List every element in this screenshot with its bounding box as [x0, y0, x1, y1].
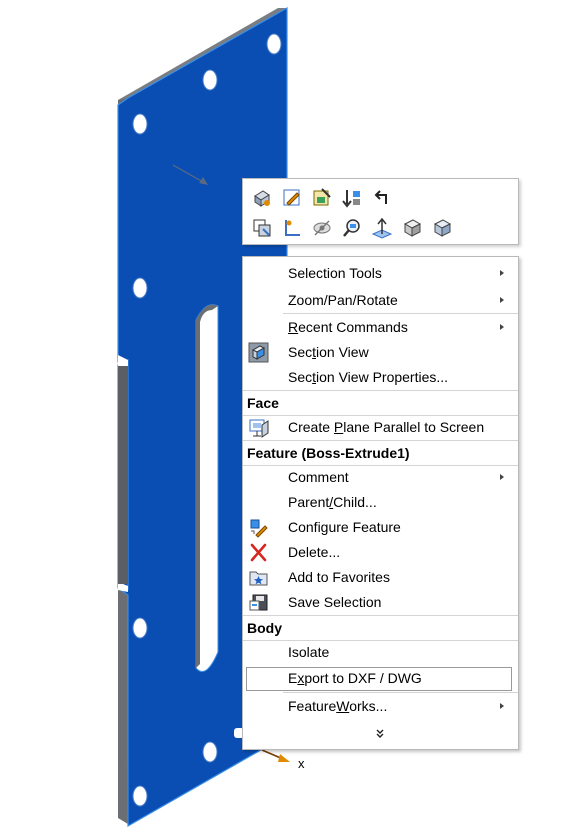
menu-item-label: Comment — [288, 469, 349, 485]
section-view-icon — [248, 342, 269, 363]
reorder-icon[interactable] — [341, 187, 363, 209]
delete-x-icon — [248, 542, 269, 563]
submenu-arrow-icon — [500, 297, 504, 303]
menu-section-header-feature: Feature (Boss-Extrude1) — [243, 440, 518, 466]
menu-item-recent-commands[interactable]: Recent Commands — [243, 315, 518, 340]
menu-item-create-plane-parallel[interactable]: Create Plane Parallel to Screen — [243, 415, 518, 440]
menu-item-section-view[interactable]: Section View — [243, 340, 518, 365]
menu-item-label: Create Plane Parallel to Screen — [288, 419, 485, 435]
menu-item-delete[interactable]: Delete... — [243, 540, 518, 565]
double-chevron-down-icon[interactable] — [373, 727, 387, 741]
edit-sketch-icon[interactable] — [281, 187, 303, 209]
hide-show-icon[interactable] — [251, 217, 273, 239]
context-menu: Selection Tools Zoom/Pan/Rotate Recent C… — [242, 256, 519, 750]
menu-item-label: Export to DXF / DWG — [288, 670, 422, 686]
normal-to-icon[interactable] — [371, 217, 393, 239]
menu-section-header-body: Body — [243, 615, 518, 641]
menu-item-export-dxf-dwg[interactable]: Export to DXF / DWG — [243, 666, 518, 691]
sketch-icon[interactable] — [281, 217, 303, 239]
menu-item-label: Zoom/Pan/Rotate — [288, 292, 398, 308]
menu-item-label: Recent Commands — [288, 319, 408, 335]
submenu-arrow-icon — [500, 474, 504, 480]
submenu-arrow-icon — [500, 270, 504, 276]
section-header-label: Body — [247, 620, 282, 636]
save-selection-icon — [248, 592, 269, 613]
favorites-folder-icon — [248, 567, 269, 588]
edit-feature-icon[interactable] — [311, 187, 333, 209]
menu-item-section-view-properties[interactable]: Section View Properties... — [243, 365, 518, 390]
menu-item-label: Section View — [288, 344, 369, 360]
menu-item-label: Delete... — [288, 544, 341, 560]
menu-separator — [283, 313, 518, 314]
axis-x-label: x — [298, 756, 305, 771]
menu-separator — [283, 692, 518, 693]
display-style-icon[interactable] — [431, 217, 453, 239]
menu-item-comment[interactable]: Comment — [243, 465, 518, 490]
configure-feature-icon — [248, 517, 269, 538]
menu-item-add-to-favorites[interactable]: Add to Favorites — [243, 565, 518, 590]
menu-item-label: Isolate — [288, 644, 330, 660]
hide-icon[interactable] — [311, 217, 333, 239]
zoom-to-selection-icon[interactable] — [341, 217, 363, 239]
menu-item-label: Parent/Child... — [288, 494, 377, 510]
part-left-step — [118, 366, 128, 584]
menu-item-label: Configure Feature — [288, 519, 401, 535]
menu-item-label: FeatureWorks... — [288, 698, 388, 714]
menu-item-isolate[interactable]: Isolate — [243, 640, 518, 665]
menu-item-zoom-pan-rotate[interactable]: Zoom/Pan/Rotate — [243, 288, 518, 313]
appearance-icon[interactable] — [251, 187, 273, 209]
menu-item-save-selection[interactable]: Save Selection — [243, 590, 518, 615]
menu-item-label: Add to Favorites — [288, 569, 390, 585]
menu-item-label: Section View Properties... — [288, 369, 449, 385]
submenu-arrow-icon — [500, 324, 504, 330]
section-header-label: Face — [247, 395, 279, 411]
section-header-label: Feature (Boss-Extrude1) — [247, 445, 410, 461]
submenu-arrow-icon — [500, 703, 504, 709]
menu-item-parent-child[interactable]: Parent/Child... — [243, 490, 518, 515]
parent-child-back-icon[interactable] — [371, 187, 393, 209]
menu-item-label: Selection Tools — [288, 265, 382, 281]
view-orientation-icon[interactable] — [401, 217, 423, 239]
menu-item-label: Save Selection — [288, 594, 382, 610]
menu-item-configure-feature[interactable]: Configure Feature — [243, 515, 518, 540]
menu-section-header-face: Face — [243, 390, 518, 416]
menu-item-selection-tools[interactable]: Selection Tools — [243, 261, 518, 286]
plane-parallel-icon — [248, 417, 269, 438]
menu-item-featureworks[interactable]: FeatureWorks... — [243, 694, 518, 719]
context-toolbar — [242, 178, 519, 245]
